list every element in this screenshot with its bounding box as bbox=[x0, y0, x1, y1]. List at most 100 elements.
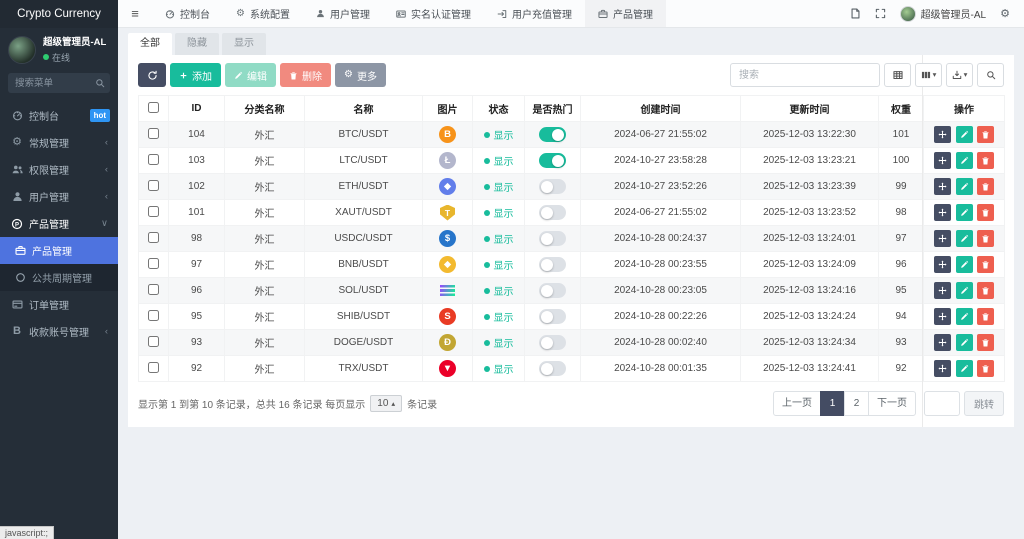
row-delete-button[interactable] bbox=[977, 178, 994, 195]
hot-toggle[interactable] bbox=[539, 205, 566, 220]
hot-toggle[interactable] bbox=[539, 153, 566, 168]
hot-toggle[interactable] bbox=[539, 335, 566, 350]
jump-page-input[interactable] bbox=[924, 391, 960, 416]
table-row[interactable]: 97 外汇 BNB/USDT ◆ 显示 2024-10-28 00:23:55 … bbox=[139, 252, 1005, 278]
col-id[interactable]: ID bbox=[169, 96, 225, 122]
col-status[interactable]: 状态 bbox=[473, 96, 525, 122]
row-delete-button[interactable] bbox=[977, 126, 994, 143]
delete-button[interactable]: 删除 bbox=[280, 63, 331, 87]
topnav-user-menu[interactable]: 超级管理员-AL bbox=[900, 6, 987, 22]
fullscreen-icon[interactable] bbox=[875, 8, 886, 19]
sidebar-item-orders[interactable]: 订单管理 bbox=[0, 291, 118, 318]
user-avatar[interactable] bbox=[8, 36, 36, 64]
table-search-input[interactable] bbox=[730, 63, 880, 87]
sidebar-subitem-public-cycle[interactable]: 公共周期管理 bbox=[0, 264, 118, 291]
row-delete-button[interactable] bbox=[977, 230, 994, 247]
drag-button[interactable] bbox=[934, 152, 951, 169]
next-page-button[interactable]: 下一页 bbox=[868, 391, 916, 416]
page-2-button[interactable]: 2 bbox=[844, 391, 869, 416]
col-category[interactable]: 分类名称 bbox=[225, 96, 305, 122]
edit-button[interactable]: 编辑 bbox=[225, 63, 276, 87]
table-row[interactable]: 93 外汇 DOGE/USDT Ð 显示 2024-10-28 00:02:40… bbox=[139, 330, 1005, 356]
settings-gear-icon[interactable]: ⚙ bbox=[1000, 7, 1010, 20]
export-button[interactable]: ▾ bbox=[946, 63, 973, 87]
drag-button[interactable] bbox=[934, 360, 951, 377]
table-row[interactable]: 96 外汇 SOL/USDT 显示 2024-10-28 00:23:05 20… bbox=[139, 278, 1005, 304]
tab-visible[interactable]: 显示 bbox=[222, 33, 266, 55]
topnav-item-product-manage[interactable]: 产品管理 bbox=[585, 0, 666, 27]
row-delete-button[interactable] bbox=[977, 360, 994, 377]
row-edit-button[interactable] bbox=[956, 152, 973, 169]
topnav-item-system-config[interactable]: ⚙ 系统配置 bbox=[223, 0, 303, 27]
select-all-checkbox[interactable] bbox=[148, 102, 159, 113]
row-edit-button[interactable] bbox=[956, 230, 973, 247]
drag-button[interactable] bbox=[934, 230, 951, 247]
row-delete-button[interactable] bbox=[977, 152, 994, 169]
page-1-button[interactable]: 1 bbox=[820, 391, 845, 416]
add-button[interactable]: 添加 bbox=[170, 63, 221, 87]
col-updated[interactable]: 更新时间 bbox=[741, 96, 879, 122]
columns-button[interactable]: ▾ bbox=[915, 63, 942, 87]
topnav-item-kyc-manage[interactable]: 实名认证管理 bbox=[383, 0, 484, 27]
table-row[interactable]: 101 外汇 XAUT/USDT T 显示 2024-06-27 21:55:0… bbox=[139, 200, 1005, 226]
sidebar-item-general[interactable]: ⚙ 常规管理 ‹ bbox=[0, 129, 118, 156]
hot-toggle[interactable] bbox=[539, 127, 566, 142]
row-edit-button[interactable] bbox=[956, 282, 973, 299]
hot-toggle[interactable] bbox=[539, 231, 566, 246]
row-checkbox[interactable] bbox=[148, 154, 159, 165]
hot-toggle[interactable] bbox=[539, 361, 566, 376]
sidebar-item-products[interactable]: 产品管理 ∨ bbox=[0, 210, 118, 237]
table-row[interactable]: 95 外汇 SHIB/USDT S 显示 2024-10-28 00:22:26… bbox=[139, 304, 1005, 330]
row-edit-button[interactable] bbox=[956, 360, 973, 377]
hot-toggle[interactable] bbox=[539, 283, 566, 298]
row-edit-button[interactable] bbox=[956, 334, 973, 351]
row-checkbox[interactable] bbox=[148, 336, 159, 347]
page-size-select[interactable]: 10▴ bbox=[370, 395, 402, 412]
col-created[interactable]: 创建时间 bbox=[581, 96, 741, 122]
row-delete-button[interactable] bbox=[977, 282, 994, 299]
tab-all[interactable]: 全部 bbox=[128, 33, 172, 55]
col-name[interactable]: 名称 bbox=[305, 96, 423, 122]
col-weight[interactable]: 权重 bbox=[879, 96, 924, 122]
row-checkbox[interactable] bbox=[148, 310, 159, 321]
row-delete-button[interactable] bbox=[977, 256, 994, 273]
row-delete-button[interactable] bbox=[977, 334, 994, 351]
more-button[interactable]: ⚙更多 bbox=[335, 63, 386, 87]
topnav-item-user-manage[interactable]: 用户管理 bbox=[303, 0, 383, 27]
drag-button[interactable] bbox=[934, 126, 951, 143]
row-checkbox[interactable] bbox=[148, 258, 159, 269]
drag-button[interactable] bbox=[934, 334, 951, 351]
topnav-item-dashboard[interactable]: 控制台 bbox=[152, 0, 223, 27]
hot-toggle[interactable] bbox=[539, 309, 566, 324]
table-row[interactable]: 103 外汇 LTC/USDT Ł 显示 2024-10-27 23:58:28… bbox=[139, 148, 1005, 174]
row-checkbox[interactable] bbox=[148, 206, 159, 217]
col-hot[interactable]: 是否热门 bbox=[525, 96, 581, 122]
hot-toggle[interactable] bbox=[539, 179, 566, 194]
drag-button[interactable] bbox=[934, 308, 951, 325]
drag-button[interactable] bbox=[934, 282, 951, 299]
row-checkbox[interactable] bbox=[148, 284, 159, 295]
tab-hidden[interactable]: 隐藏 bbox=[175, 33, 219, 55]
sidebar-subitem-product-manage[interactable]: 产品管理 bbox=[0, 237, 118, 264]
sidebar-item-payment-accounts[interactable]: B 收款账号管理 ‹ bbox=[0, 318, 118, 345]
table-row[interactable]: 92 外汇 TRX/USDT ▼ 显示 2024-10-28 00:01:35 … bbox=[139, 356, 1005, 382]
table-row[interactable]: 98 外汇 USDC/USDT $ 显示 2024-10-28 00:24:37… bbox=[139, 226, 1005, 252]
row-checkbox[interactable] bbox=[148, 128, 159, 139]
row-edit-button[interactable] bbox=[956, 126, 973, 143]
row-checkbox[interactable] bbox=[148, 180, 159, 191]
row-delete-button[interactable] bbox=[977, 308, 994, 325]
row-edit-button[interactable] bbox=[956, 204, 973, 221]
row-checkbox[interactable] bbox=[148, 362, 159, 373]
topnav-item-recharge-manage[interactable]: 用户充值管理 bbox=[484, 0, 585, 27]
drag-button[interactable] bbox=[934, 256, 951, 273]
sidebar-item-dashboard[interactable]: 控制台 hot bbox=[0, 102, 118, 129]
row-checkbox[interactable] bbox=[148, 232, 159, 243]
sidebar-item-permissions[interactable]: 权限管理 ‹ bbox=[0, 156, 118, 183]
drag-button[interactable] bbox=[934, 204, 951, 221]
drag-button[interactable] bbox=[934, 178, 951, 195]
toggle-view-button[interactable] bbox=[884, 63, 911, 87]
jump-button[interactable]: 跳转 bbox=[964, 391, 1004, 416]
row-delete-button[interactable] bbox=[977, 204, 994, 221]
refresh-button[interactable] bbox=[138, 63, 166, 87]
hot-toggle[interactable] bbox=[539, 257, 566, 272]
